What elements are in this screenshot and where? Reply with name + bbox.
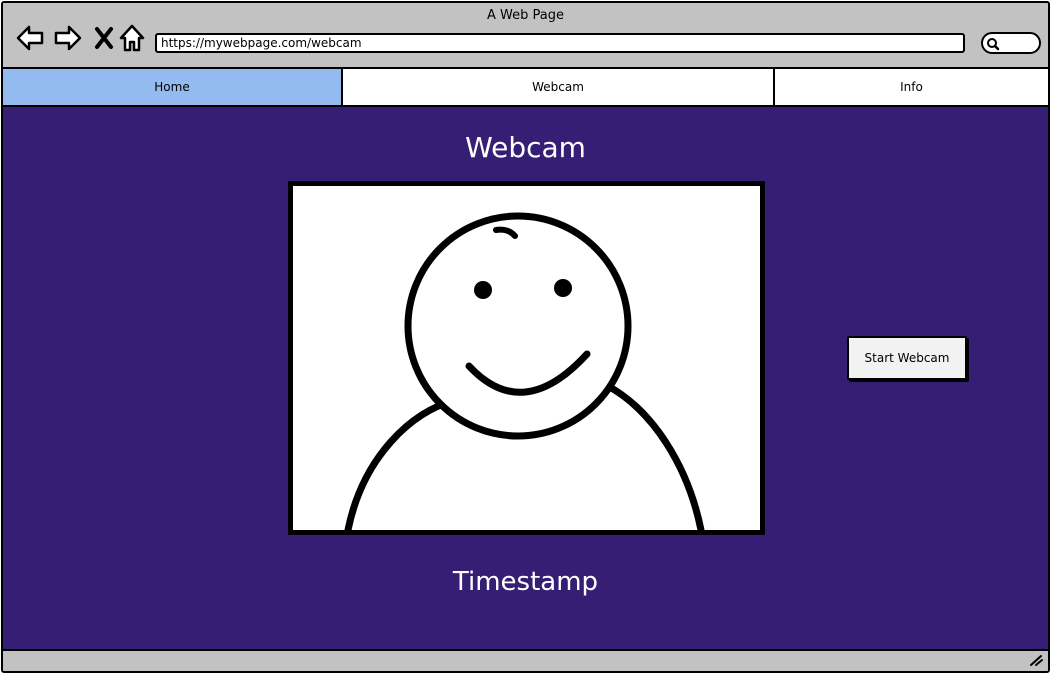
tab-bar: Home Webcam Info (3, 69, 1048, 107)
tab-info[interactable]: Info (773, 69, 1048, 105)
timestamp-label: Timestamp (452, 567, 599, 597)
browser-window: A Web Page https://mywebpage.com/webcam (1, 1, 1050, 673)
webcam-preview (288, 181, 765, 535)
person-placeholder-image (344, 212, 705, 530)
resize-grip-icon[interactable] (1028, 652, 1044, 671)
forward-arrow-icon[interactable] (53, 23, 83, 53)
window-title: A Web Page (487, 8, 564, 23)
search-box[interactable] (981, 32, 1041, 54)
url-bar[interactable]: https://mywebpage.com/webcam (155, 33, 965, 53)
page-title: Webcam (465, 131, 586, 164)
main-content: Webcam Start Webcam Timestamp (3, 107, 1048, 649)
back-arrow-icon[interactable] (15, 23, 45, 53)
home-icon[interactable] (117, 23, 147, 53)
tab-home[interactable]: Home (3, 69, 341, 105)
search-icon (986, 36, 1000, 55)
status-bar (3, 649, 1048, 671)
browser-titlebar: A Web Page https://mywebpage.com/webcam (3, 3, 1048, 69)
start-webcam-button[interactable]: Start Webcam (847, 336, 967, 380)
tab-webcam[interactable]: Webcam (341, 69, 773, 105)
